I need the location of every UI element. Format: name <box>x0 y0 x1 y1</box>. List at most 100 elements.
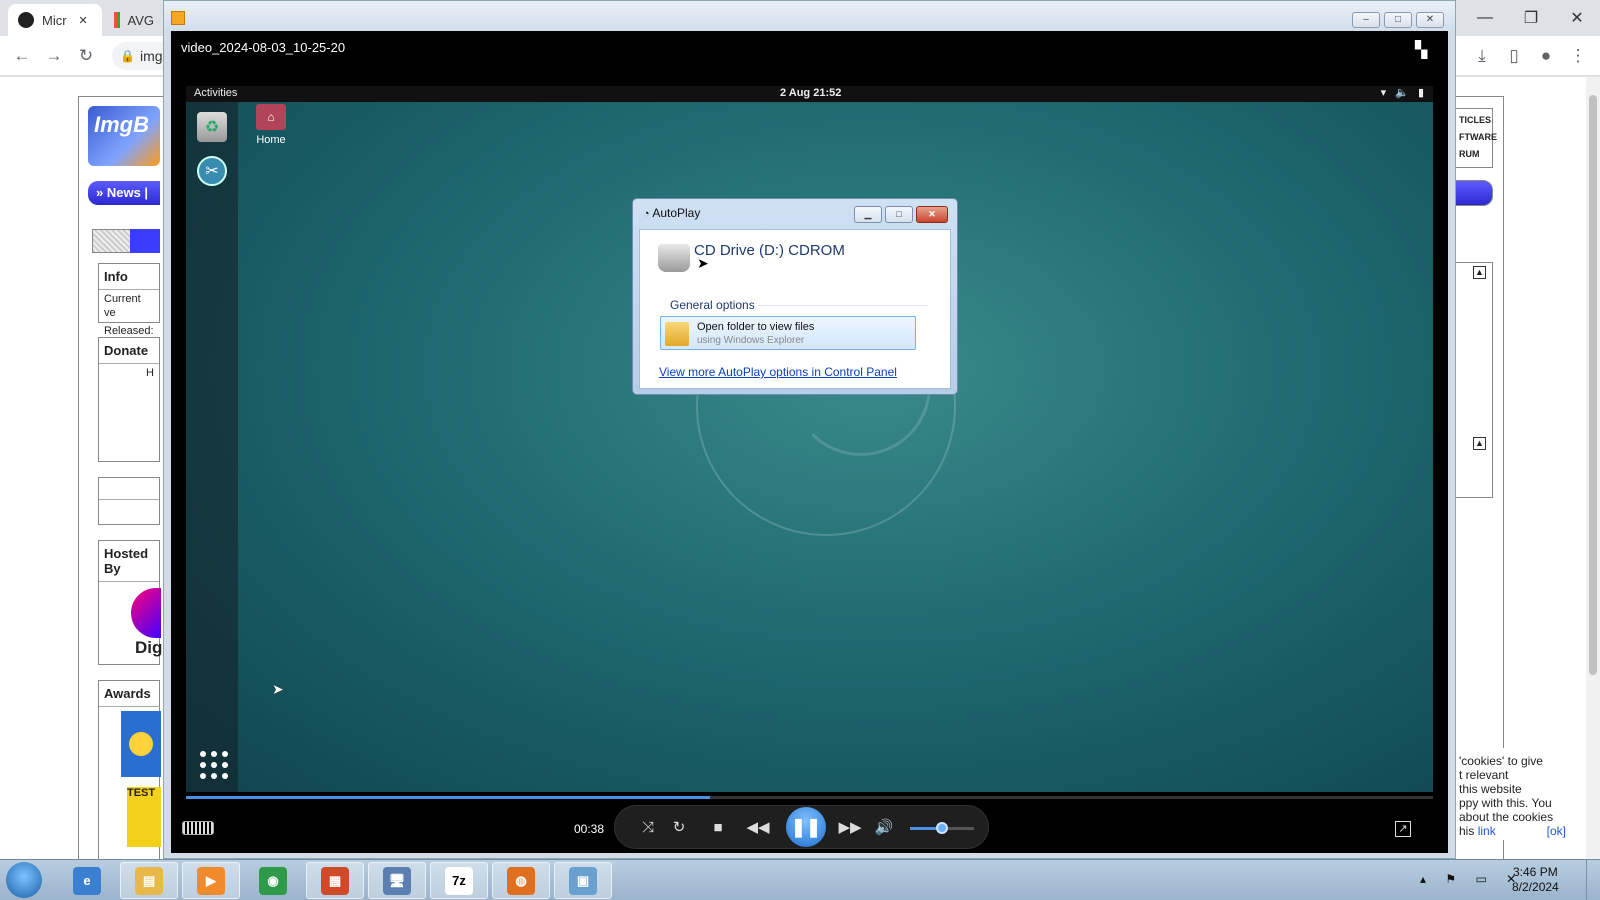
box-title: Awards <box>99 681 159 707</box>
cookie-ok-button[interactable]: [ok] <box>1547 824 1566 838</box>
right-nav-item[interactable]: TICLES <box>1459 112 1491 129</box>
avg-icon: ▦ <box>321 866 349 895</box>
mouse-pointer-icon: ➤ <box>272 681 284 697</box>
awards-box: Awards TEST <box>98 680 161 860</box>
reload-icon[interactable]: ↻ <box>74 44 98 68</box>
blank-box <box>98 477 160 525</box>
autoplay-dialog: ◔ AutoPlay ▁ □ ✕ CD Drive (D:) CDROM ➤ G… <box>632 198 958 395</box>
restore-button[interactable]: ❐ <box>1508 4 1554 32</box>
control-panel-icon: ▣ <box>569 866 597 895</box>
side-tab-active <box>130 229 160 253</box>
scrollbar-thumb[interactable] <box>1589 95 1597 675</box>
taskbar-app[interactable]: ◍ <box>492 862 550 899</box>
repeat-icon[interactable]: ↻ <box>668 818 690 838</box>
video-frame[interactable]: Activities 2 Aug 21:52 ▾ 🔈 ▮ ♻ ✂ ⌂ Home … <box>186 86 1433 792</box>
player-controls: 00:38 ⤨ ↻ ■ ◀◀ ❚❚ ▶▶ 🔊 ↗ <box>171 799 1448 853</box>
lock-icon: 🔒 <box>120 49 135 63</box>
equalizer-icon[interactable] <box>182 821 214 835</box>
cookie-link[interactable]: link <box>1478 824 1496 838</box>
pause-button[interactable]: ❚❚ <box>786 807 826 847</box>
volume-knob[interactable] <box>936 822 948 834</box>
collapse-icon[interactable]: ▲ <box>1473 437 1486 450</box>
taskbar-app[interactable]: ▣ <box>554 862 612 899</box>
system-tray[interactable]: ▴ ⚑ ▭ ✕ <box>1420 872 1524 886</box>
award-badge <box>121 711 161 777</box>
forward-icon[interactable]: → <box>42 44 66 68</box>
cookie-line: his <box>1459 824 1475 838</box>
taskbar-app[interactable]: 🖥 <box>368 862 426 899</box>
player-minimize-button[interactable]: – <box>1352 12 1380 28</box>
fast-forward-icon[interactable]: ▶▶ <box>835 818 865 838</box>
box-title: Hosted By <box>99 541 159 582</box>
profile-icon[interactable]: ● <box>1534 44 1558 68</box>
box-line: H <box>146 367 154 379</box>
app-grid-icon <box>199 750 229 780</box>
home-glyph: ⌂ <box>256 104 286 130</box>
taskbar-app[interactable]: e <box>58 862 116 899</box>
right-panel: ▲ ▲ <box>1455 262 1493 498</box>
minimize-button[interactable]: — <box>1462 4 1508 32</box>
transport-controls: ⤨ ↻ ■ ◀◀ ❚❚ ▶▶ 🔊 <box>614 805 989 849</box>
right-nav: TICLES FTWARE RUM <box>1455 108 1497 168</box>
right-nav-item[interactable]: RUM <box>1459 146 1489 163</box>
clock-date: 8/2/2024 <box>1512 880 1559 894</box>
rewind-icon[interactable]: ◀◀ <box>743 818 773 838</box>
right-nav-item[interactable]: FTWARE <box>1459 129 1497 146</box>
player-titlebar[interactable]: – □ ✕ <box>164 1 1455 31</box>
side-panel-icon[interactable]: ▯ <box>1502 44 1526 68</box>
collapse-icon[interactable]: ▲ <box>1473 266 1486 279</box>
control-panel-link[interactable]: View more AutoPlay options in Control Pa… <box>659 365 897 379</box>
cookie-line: ppy with this. You <box>1459 796 1552 810</box>
trash-icon: ♻ <box>197 112 227 142</box>
taskbar-app[interactable]: ▦ <box>306 862 364 899</box>
volume-icon[interactable]: 🔊 <box>873 818 895 838</box>
taskbar-app[interactable]: ▶ <box>182 862 240 899</box>
page-scrollbar[interactable] <box>1586 77 1600 859</box>
video-title: video_2024-08-03_10-25-20 <box>181 40 346 55</box>
player-close-button[interactable]: ✕ <box>1416 12 1444 28</box>
host-logo <box>131 588 161 638</box>
tab-label: Micr <box>42 12 67 28</box>
info-box: Info Current ve Released: <box>98 263 160 337</box>
open-folder-option[interactable]: Open folder to view files using Windows … <box>660 316 916 350</box>
autoplay-close-button[interactable]: ✕ <box>916 206 948 223</box>
browser-tab-github[interactable]: Micr ✕ <box>8 4 102 36</box>
donate-box: Donate H <box>98 337 160 462</box>
menu-icon[interactable]: ⋮ <box>1566 44 1590 68</box>
media-player-icon: ▶ <box>197 866 225 895</box>
cookie-line: this website <box>1459 782 1522 796</box>
download-icon[interactable]: ⤓ <box>1470 44 1494 68</box>
computer-icon: 🖥 <box>383 866 411 895</box>
cookie-notice: 'cookies' to give t relevant this websit… <box>1455 748 1570 840</box>
media-player-window: – □ ✕ video_2024-08-03_10-25-20 ▚ Activi… <box>163 0 1456 859</box>
timecode: 00:38 <box>574 822 605 836</box>
box-title: Donate <box>99 338 159 364</box>
stop-icon[interactable]: ■ <box>707 818 729 838</box>
show-desktop-button[interactable] <box>1586 860 1600 900</box>
player-maximize-button[interactable]: □ <box>1384 12 1412 28</box>
box-title <box>99 478 159 500</box>
divider <box>758 305 928 306</box>
activities-label: Activities <box>194 87 238 99</box>
site-logo[interactable]: ImgB <box>88 106 160 166</box>
cookie-line: t relevant <box>1459 768 1509 782</box>
browser-tab-avg[interactable]: AVG <box>104 4 164 36</box>
start-button[interactable] <box>6 862 42 898</box>
desktop-clock: 2 Aug 21:52 <box>780 87 842 99</box>
chrome-icon: ◉ <box>259 866 287 895</box>
system-clock[interactable]: 3:46 PM 8/2/2024 <box>1512 865 1559 895</box>
expand-icon[interactable]: ↗ <box>1395 821 1411 837</box>
shuffle-icon[interactable]: ⤨ <box>637 818 659 838</box>
playlist-icon[interactable]: ▚ <box>1415 40 1433 59</box>
taskbar-app[interactable]: ▤ <box>120 862 178 899</box>
close-button[interactable]: ✕ <box>1554 4 1600 32</box>
autoplay-maximize-button[interactable]: □ <box>885 206 913 223</box>
back-icon[interactable]: ← <box>10 44 34 68</box>
media-player-icon <box>171 11 185 25</box>
site-nav[interactable]: » News | D <box>88 181 160 224</box>
autoplay-title: ◔ AutoPlay <box>643 206 700 220</box>
tab-close-icon[interactable]: ✕ <box>79 14 88 27</box>
taskbar-app[interactable]: 7z <box>430 862 488 899</box>
autoplay-minimize-button[interactable]: ▁ <box>854 206 882 223</box>
taskbar-app[interactable]: ◉ <box>244 862 302 899</box>
